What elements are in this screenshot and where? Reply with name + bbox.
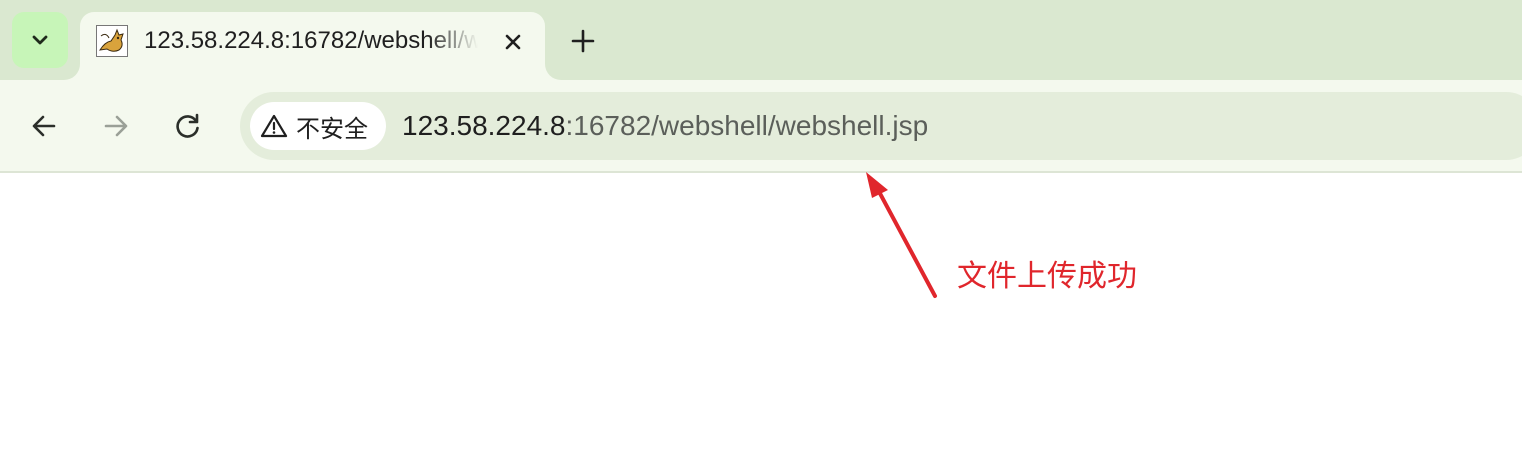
plus-icon [571,29,595,53]
arrow-right-icon [104,115,128,137]
security-status-chip[interactable]: 不安全 [250,102,386,150]
tab-strip: 123.58.224.8:16782/webshell/webshell.jsp [0,0,1522,80]
active-tab[interactable]: 123.58.224.8:16782/webshell/webshell.jsp [80,12,545,80]
tab-close-button[interactable] [498,27,528,57]
url-text[interactable]: 123.58.224.8:16782/webshell/webshell.jsp [402,109,928,143]
warning-icon [260,114,288,138]
tab-title: 123.58.224.8:16782/webshell/webshell.jsp [144,27,478,54]
address-bar[interactable]: 不安全 123.58.224.8:16782/webshell/webshell… [240,92,1522,160]
annotation-label: 文件上传成功 [957,260,1137,293]
security-label: 不安全 [296,115,368,143]
reload-button[interactable] [166,104,210,148]
url-path: :16782/webshell/webshell.jsp [565,110,929,141]
tomcat-icon [96,25,128,57]
tab-search-button[interactable] [12,12,68,68]
forward-button[interactable] [94,104,138,148]
chevron-down-icon [32,35,48,45]
url-host: 123.58.224.8 [402,110,566,141]
reload-icon [176,113,199,138]
browser-toolbar: 不安全 123.58.224.8:16782/webshell/webshell… [0,80,1522,173]
close-icon [505,34,521,50]
back-button[interactable] [22,104,66,148]
arrow-left-icon [32,115,56,137]
new-tab-button[interactable] [564,22,602,60]
